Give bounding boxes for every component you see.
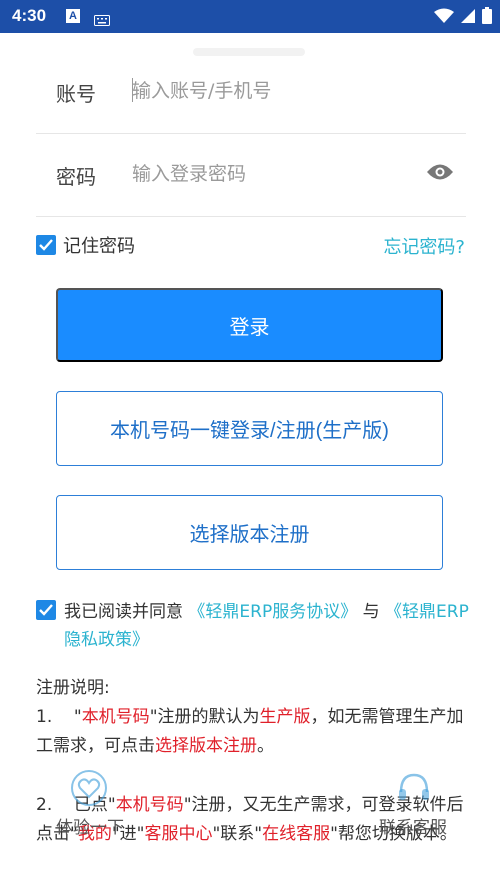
note-2-text-3: "联系" (212, 824, 263, 844)
account-input[interactable] (132, 76, 402, 106)
password-row: 密码 (36, 133, 466, 217)
contact-service-label: 联系客服 (379, 818, 447, 838)
eye-icon[interactable] (426, 163, 454, 185)
status-time: 4:30 (12, 6, 47, 25)
status-bar: 4:30 A (0, 0, 500, 33)
agreement-checkbox[interactable] (36, 600, 56, 620)
note-1-keyword-register: 选择版本注册 (155, 736, 257, 756)
notes-title: 注册说明: (36, 678, 110, 698)
forgot-password-link[interactable]: 忘记密码? (383, 233, 465, 259)
service-agreement-link[interactable]: 《轻鼎ERP服务协议》 (188, 602, 357, 622)
agreement-text: 我已阅读并同意 《轻鼎ERP服务协议》 与 《轻鼎ERP隐私政策》 (36, 598, 476, 654)
remember-password[interactable]: 记住密码 (36, 232, 135, 258)
password-input[interactable] (132, 159, 402, 189)
note-1-keyword-local-number: 本机号码 (81, 707, 150, 727)
select-version-register-button[interactable]: 选择版本注册 (56, 495, 443, 570)
agreement-row: 我已阅读并同意 《轻鼎ERP服务协议》 与 《轻鼎ERP隐私政策》 (36, 598, 476, 654)
try-it-label: 体验一下 (56, 818, 124, 838)
headset-icon (394, 768, 434, 812)
note-1-quote: " (73, 707, 82, 727)
try-it-shortcut[interactable]: 体验一下 (45, 768, 135, 838)
signal-icon (460, 8, 476, 28)
onekey-login-button[interactable]: 本机号码一键登录/注册(生产版) (56, 391, 443, 466)
note-1-keyword-production: 生产版 (259, 707, 311, 727)
agreement-prefix: 我已阅读并同意 (64, 602, 183, 622)
remember-checkbox[interactable] (36, 235, 56, 255)
account-row: 账号 (36, 50, 466, 134)
note-1-number: 1. (36, 707, 53, 727)
keyboard-icon (94, 11, 110, 30)
account-label: 账号 (56, 82, 96, 106)
note-1-text-1: "注册的默认为 (149, 707, 260, 727)
contact-service-shortcut[interactable]: 联系客服 (368, 768, 458, 838)
note-1-text-3: 。 (257, 736, 274, 756)
battery-icon (482, 7, 492, 28)
login-button[interactable]: 登录 (56, 288, 443, 362)
agreement-joiner: 与 (362, 602, 380, 622)
heart-icon (69, 768, 109, 812)
wifi-icon (434, 8, 454, 28)
remember-label: 记住密码 (63, 236, 135, 257)
note-2-keyword-service-center: 客服中心 (144, 824, 213, 844)
note-item-1: 1. "本机号码"注册的默认为生产版，如无需管理生产加工需求，可点击选择版本注册… (36, 703, 468, 761)
note-2-keyword-online-service: 在线客服 (262, 824, 331, 844)
notification-a-icon: A (66, 9, 80, 23)
status-icons (434, 7, 492, 28)
password-label: 密码 (56, 165, 96, 189)
